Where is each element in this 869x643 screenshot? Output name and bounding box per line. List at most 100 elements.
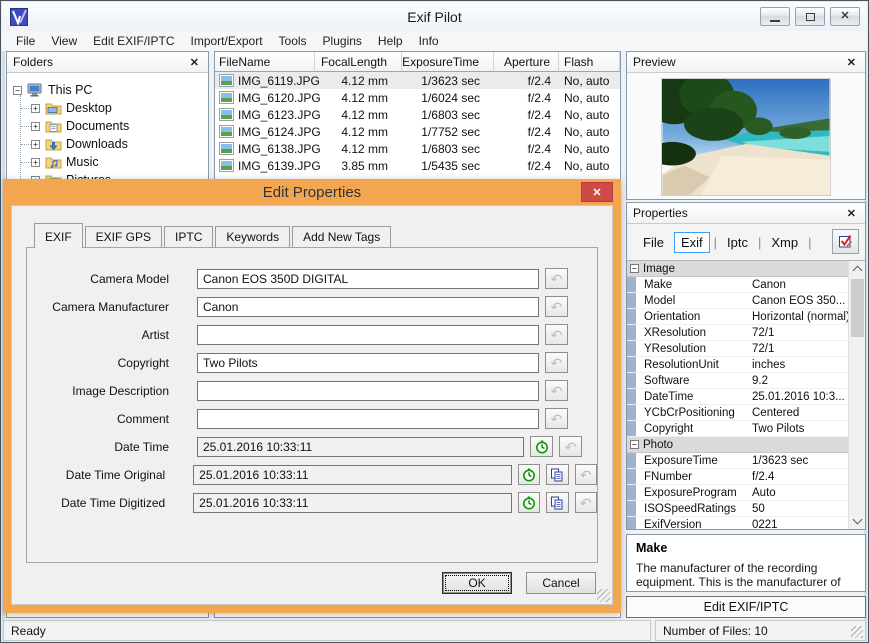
undo-button[interactable]: ↶ <box>574 492 597 513</box>
date-time-original-field[interactable] <box>193 464 512 485</box>
tree-item-music[interactable]: + Music <box>7 153 208 171</box>
undo-button[interactable]: ↶ <box>559 436 582 457</box>
property-row[interactable]: ExposureProgram Auto <box>627 485 848 501</box>
property-group-row[interactable]: − Image <box>627 261 848 277</box>
tab-keywords[interactable]: Keywords <box>215 226 291 247</box>
tree-item-documents[interactable]: + Documents <box>7 117 208 135</box>
tab-add-new-tags[interactable]: Add New Tags <box>292 226 392 247</box>
menu-view[interactable]: View <box>43 32 85 50</box>
exposure-time-value: 1/6803 sec <box>421 141 480 156</box>
copyright-field[interactable] <box>197 352 539 373</box>
property-row[interactable]: Orientation Horizontal (normal) <box>627 309 848 325</box>
collapse-icon[interactable]: − <box>630 440 639 449</box>
property-row[interactable]: ResolutionUnit inches <box>627 357 848 373</box>
table-row[interactable]: IMG_6124.JPG 4.12 mm 1/7752 sec f/2.4 No… <box>215 123 620 140</box>
close-button[interactable]: ✕ <box>830 7 860 26</box>
menu-edit-exif-iptc[interactable]: Edit EXIF/IPTC <box>85 32 182 50</box>
tab-iptc[interactable]: Iptc <box>721 233 754 252</box>
tree-item-this-pc[interactable]: − This PC <box>7 81 208 99</box>
table-row[interactable]: IMG_6120.JPG 4.12 mm 1/6024 sec f/2.4 No… <box>215 89 620 106</box>
artist-field[interactable] <box>197 324 539 345</box>
ok-button[interactable]: OK <box>442 572 512 594</box>
property-row[interactable]: ISOSpeedRatings 50 <box>627 501 848 517</box>
copy-button[interactable] <box>546 492 569 513</box>
column-header-exposuretime[interactable]: ExposureTime <box>402 52 494 72</box>
expand-icon[interactable]: + <box>21 121 40 131</box>
column-header-filename[interactable]: FileName <box>215 52 315 72</box>
image-description-field[interactable] <box>197 380 539 401</box>
undo-button[interactable]: ↶ <box>545 296 568 317</box>
property-row[interactable]: DateTime 25.01.2016 10:3... <box>627 389 848 405</box>
menu-import-export[interactable]: Import/Export <box>183 32 271 50</box>
scrollbar-thumb[interactable] <box>851 279 864 337</box>
dialog-close-button[interactable]: ✕ <box>581 182 613 202</box>
scroll-up-icon[interactable] <box>852 265 863 276</box>
property-row[interactable]: Model Canon EOS 350... <box>627 293 848 309</box>
dialog-resize-grip[interactable] <box>597 589 610 602</box>
menu-plugins[interactable]: Plugins <box>315 32 370 50</box>
property-row[interactable]: Make Canon <box>627 277 848 293</box>
property-row[interactable]: YResolution 72/1 <box>627 341 848 357</box>
scroll-down-icon[interactable] <box>852 514 863 525</box>
clock-button[interactable] <box>517 464 541 485</box>
property-group-row[interactable]: − Photo <box>627 437 848 453</box>
column-header-focallength[interactable]: FocalLength <box>315 52 402 72</box>
tree-item-desktop[interactable]: + Desktop <box>7 99 208 117</box>
menu-help[interactable]: Help <box>370 32 411 50</box>
menu-tools[interactable]: Tools <box>271 32 315 50</box>
tab-exif-gps[interactable]: EXIF GPS <box>84 226 163 247</box>
undo-button[interactable]: ↶ <box>545 324 568 345</box>
property-row[interactable]: Software 9.2 <box>627 373 848 389</box>
camera-manufacturer-field[interactable] <box>197 296 539 317</box>
edit-tags-button[interactable] <box>832 229 859 254</box>
menu-info[interactable]: Info <box>411 32 447 50</box>
tab-iptc[interactable]: IPTC <box>164 226 214 247</box>
undo-button[interactable]: ↶ <box>574 464 597 485</box>
clock-button[interactable] <box>517 492 541 513</box>
table-row[interactable]: IMG_6139.JPG 3.85 mm 1/5435 sec f/2.4 No… <box>215 157 620 174</box>
table-row[interactable]: IMG_6119.JPG 4.12 mm 1/3623 sec f/2.4 No… <box>215 72 620 89</box>
column-header-flash[interactable]: Flash <box>559 52 620 72</box>
copy-button[interactable] <box>546 464 569 485</box>
tab-exif[interactable]: EXIF <box>34 223 83 248</box>
expand-icon[interactable]: + <box>21 103 40 113</box>
resize-grip[interactable] <box>851 626 863 638</box>
undo-button[interactable]: ↶ <box>545 352 568 373</box>
edit-exif-iptc-button[interactable]: Edit EXIF/IPTC <box>626 596 866 618</box>
properties-scrollbar[interactable] <box>848 261 865 529</box>
comment-field[interactable] <box>197 408 539 429</box>
expand-icon[interactable]: + <box>21 157 40 167</box>
tab-exif[interactable]: Exif <box>673 231 710 253</box>
undo-button[interactable]: ↶ <box>545 268 568 289</box>
property-row[interactable]: YCbCrPositioning Centered <box>627 405 848 421</box>
preview-close-icon[interactable]: ✕ <box>844 56 859 69</box>
tab-file[interactable]: File <box>637 233 670 252</box>
cancel-button[interactable]: Cancel <box>526 572 596 594</box>
tree-item-downloads[interactable]: + Downloads <box>7 135 208 153</box>
collapse-icon[interactable]: − <box>13 85 22 95</box>
tab-xmp[interactable]: Xmp <box>765 233 804 252</box>
property-row[interactable]: FNumber f/2.4 <box>627 469 848 485</box>
dialog-title-bar[interactable]: Edit Properties ✕ <box>3 179 621 205</box>
table-row[interactable]: IMG_6138.JPG 4.12 mm 1/6803 sec f/2.4 No… <box>215 140 620 157</box>
date-time-field[interactable] <box>197 436 524 457</box>
menu-file[interactable]: File <box>8 32 43 50</box>
maximize-button[interactable] <box>795 7 825 26</box>
collapse-icon[interactable]: − <box>630 264 639 273</box>
minimize-button[interactable] <box>760 7 790 26</box>
undo-button[interactable]: ↶ <box>545 380 568 401</box>
properties-close-icon[interactable]: ✕ <box>844 207 859 220</box>
property-row[interactable]: XResolution 72/1 <box>627 325 848 341</box>
dialog-body: EXIF EXIF GPS IPTC Keywords Add New Tags… <box>11 205 613 605</box>
property-row[interactable]: ExifVersion 0221 <box>627 517 848 529</box>
table-row[interactable]: IMG_6123.JPG 4.12 mm 1/6803 sec f/2.4 No… <box>215 106 620 123</box>
expand-icon[interactable]: + <box>21 139 40 149</box>
column-header-aperture[interactable]: Aperture <box>494 52 559 72</box>
folders-close-icon[interactable]: ✕ <box>187 56 202 69</box>
date-time-digitized-field[interactable] <box>193 492 512 513</box>
camera-model-field[interactable] <box>197 268 539 289</box>
property-row[interactable]: ExposureTime 1/3623 sec <box>627 453 848 469</box>
clock-button[interactable] <box>530 436 553 457</box>
property-row[interactable]: Copyright Two Pilots <box>627 421 848 437</box>
undo-button[interactable]: ↶ <box>545 408 568 429</box>
